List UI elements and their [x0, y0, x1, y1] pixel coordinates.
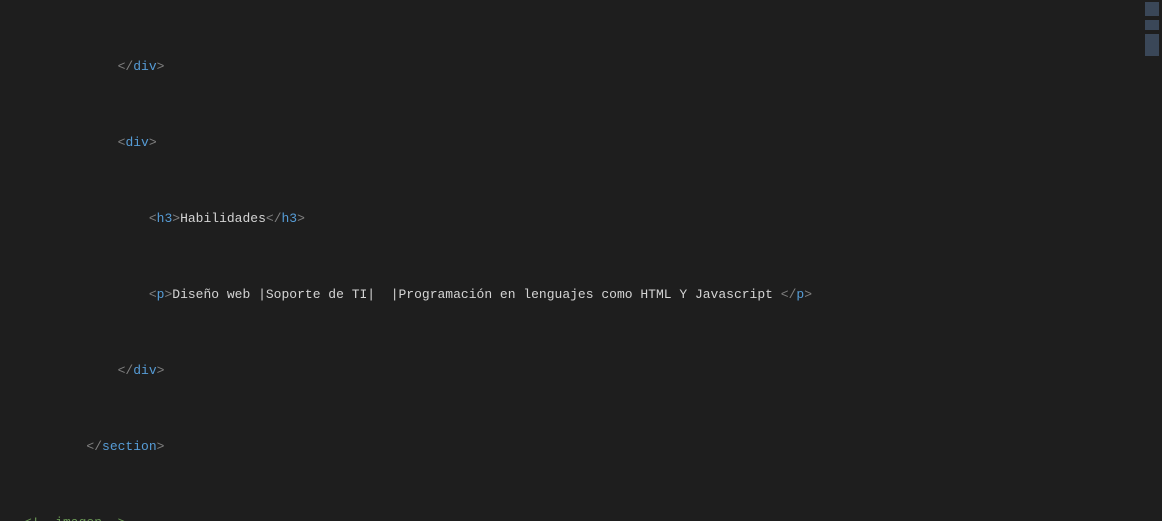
code-line[interactable]: </section>	[24, 437, 1162, 456]
scrollbar-track[interactable]	[1148, 0, 1162, 521]
code-editor[interactable]: </div> <div> <h3>Habilidades</h3> <p>Dis…	[0, 0, 1162, 521]
code-line[interactable]: <div>	[24, 133, 1162, 152]
code-area[interactable]: </div> <div> <h3>Habilidades</h3> <p>Dis…	[20, 0, 1162, 521]
code-line[interactable]: </div>	[24, 361, 1162, 380]
gutter	[0, 0, 20, 521]
code-line[interactable]: <h3>Habilidades</h3>	[24, 209, 1162, 228]
vertical-scrollbar[interactable]	[1148, 0, 1162, 521]
code-line[interactable]: </div>	[24, 57, 1162, 76]
code-line[interactable]: <!--imagen-->	[24, 513, 1162, 521]
code-line[interactable]: <p>Diseño web |Soporte de TI| |Programac…	[24, 285, 1162, 304]
